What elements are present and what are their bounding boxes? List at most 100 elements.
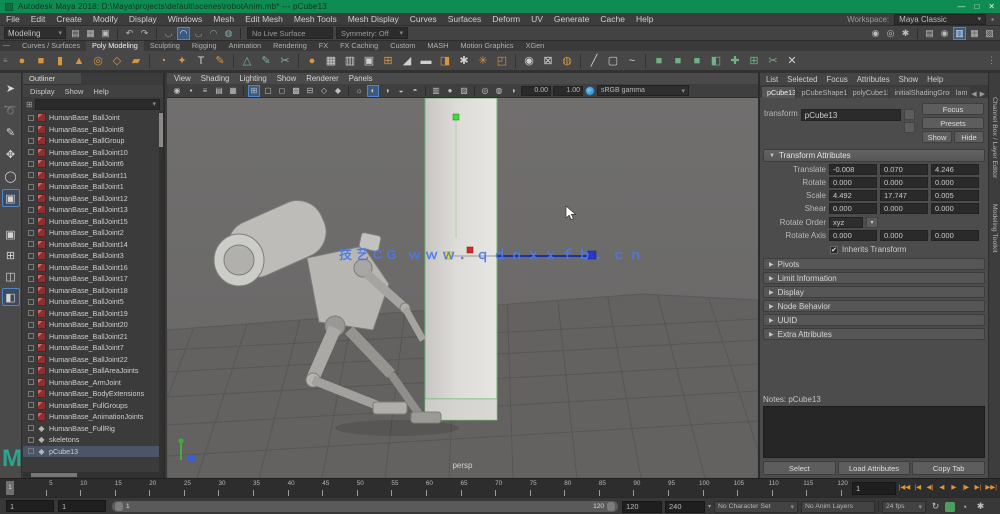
outliner-item[interactable]: skeletons [23, 434, 163, 446]
combine-icon[interactable]: ▦ [323, 53, 339, 69]
step-back-key-button[interactable]: ◀| [924, 482, 935, 492]
menu-item[interactable]: Mesh Display [348, 14, 399, 24]
visibility-box[interactable] [28, 230, 34, 236]
resolution-gate-icon[interactable]: ◻ [276, 85, 288, 97]
outliner-menu-item[interactable]: Show [65, 87, 84, 96]
attribute-value-x[interactable]: 0.000 [829, 203, 877, 214]
safe-action-icon[interactable]: ◇ [318, 85, 330, 97]
outliner-item[interactable]: HumanBase_BallJoint8 [23, 124, 163, 136]
hide-button[interactable]: Hide [954, 131, 984, 143]
visibility-box[interactable] [28, 356, 34, 362]
paint-transfer-icon[interactable]: ◍ [559, 53, 575, 69]
visibility-box[interactable] [28, 333, 34, 339]
attribute-value-z[interactable]: 0.000 [931, 203, 979, 214]
visibility-box[interactable] [28, 437, 34, 443]
snap-curve-icon[interactable]: ◠ [177, 27, 190, 40]
smooth-mesh-icon[interactable]: ● [304, 53, 320, 69]
visibility-box[interactable] [28, 276, 34, 282]
select-camera-icon[interactable]: ◉ [171, 85, 183, 97]
outliner-item[interactable]: HumanBase_BallAreaJoints [23, 365, 163, 377]
attribute-value-y[interactable]: 0.000 [880, 203, 928, 214]
outliner-item[interactable]: HumanBase_AnimationJoints [23, 411, 163, 423]
bridge-green-icon[interactable]: ■ [670, 53, 686, 69]
collapsed-section[interactable]: ▶ UUID [763, 314, 985, 326]
outliner-item[interactable]: HumanBase_ArmJoint [23, 377, 163, 389]
visibility-box[interactable] [28, 218, 34, 224]
menu-item[interactable]: Surfaces [448, 14, 482, 24]
attribute-value-z[interactable]: 0.005 [931, 190, 979, 201]
poly-disc-icon[interactable]: ▰ [128, 53, 144, 69]
visibility-box[interactable] [28, 138, 34, 144]
visibility-box[interactable] [28, 379, 34, 385]
menu-item[interactable]: Generate [554, 14, 589, 24]
menu-item[interactable]: File [6, 14, 20, 24]
outliner-item[interactable]: HumanBase_FullGroups [23, 400, 163, 412]
range-bar[interactable]: 1 120 [112, 501, 618, 512]
node-tab[interactable]: pCubeShape13 [796, 87, 846, 98]
attribute-value-y[interactable]: 17.747 [880, 190, 928, 201]
attribute-value-y[interactable]: 0.070 [880, 164, 928, 175]
notes-textarea[interactable] [763, 406, 985, 458]
delete-x-icon[interactable]: ✕ [784, 53, 800, 69]
outliner-item[interactable]: HumanBase_BallGroup [23, 135, 163, 147]
menu-item[interactable]: Curves [410, 14, 437, 24]
step-forward-frame-button[interactable]: ▶| [972, 482, 983, 492]
node-tab[interactable]: initialShadingGroup [889, 87, 949, 98]
visibility-box[interactable] [28, 391, 34, 397]
sep[interactable] [645, 54, 646, 68]
outliner-item[interactable]: HumanBase_BallJoint [23, 112, 163, 124]
anim-end-field[interactable]: 240 [665, 501, 705, 513]
outliner-item[interactable]: HumanBase_BallJoint22 [23, 354, 163, 366]
menu-item[interactable]: Edit Mesh [245, 14, 283, 24]
symmetry-dropdown[interactable]: Symmetry: Off ▾ [336, 27, 408, 39]
grid-green-icon[interactable]: ⊞ [746, 53, 762, 69]
fill-hole-green-icon[interactable]: ■ [689, 53, 705, 69]
shelf-tab[interactable]: Animation [223, 41, 267, 51]
sep[interactable] [917, 28, 918, 39]
auto-key-icon[interactable] [945, 502, 955, 512]
range-end-handle[interactable] [607, 502, 615, 511]
node-tab[interactable]: polyCube13 [848, 87, 889, 98]
layout-two-pane[interactable]: ◫ [2, 267, 20, 285]
viewport-menu-item[interactable]: Lighting [239, 74, 266, 83]
safe-title-icon[interactable]: ◆ [332, 85, 344, 97]
poly-cube-icon[interactable]: ■ [33, 53, 49, 69]
shelf-tab[interactable]: FX Caching [334, 41, 384, 51]
sep[interactable] [243, 86, 244, 96]
tools-green-icon[interactable]: ✚ [727, 53, 743, 69]
type-tool-icon[interactable]: T [193, 53, 209, 69]
layout-four-pane[interactable]: ⊞ [2, 246, 20, 264]
visibility-box[interactable] [28, 253, 34, 259]
step-forward-key-button[interactable]: |▶ [960, 482, 971, 492]
select-tool[interactable]: ➤ [2, 79, 20, 97]
visibility-box[interactable] [28, 241, 34, 247]
go-to-start-button[interactable]: |◀◀ [898, 482, 912, 492]
minimize-button[interactable]: — [957, 2, 965, 11]
visibility-box[interactable] [28, 161, 34, 167]
playback-end-field[interactable]: 120 [622, 501, 662, 513]
play-forward-button[interactable]: ▶ [948, 482, 959, 492]
node-tab[interactable]: lam [951, 87, 970, 98]
snap-grid-icon[interactable]: ◡ [162, 27, 175, 40]
viewport-menu-item[interactable]: Panels [349, 74, 373, 83]
attribute-editor-menu-item[interactable]: Selected [787, 75, 817, 84]
outliner-item[interactable]: HumanBase_BallJoint17 [23, 273, 163, 285]
camera-eye-icon[interactable]: ◉ [521, 53, 537, 69]
attribute-value-z[interactable]: 4.246 [931, 164, 979, 175]
sep[interactable] [474, 86, 475, 96]
titlebar[interactable]: Autodesk Maya 2018: D:\Maya\projects\def… [0, 0, 1000, 13]
shelf-grip-icon[interactable]: ≡ [3, 56, 8, 65]
lattice-icon[interactable]: ⊞ [380, 53, 396, 69]
lock-icon[interactable]: ▪ [991, 15, 994, 24]
outliner-item[interactable]: pCube13 [23, 446, 163, 458]
focus-button[interactable]: Focus [922, 103, 984, 115]
gate-mask-icon[interactable]: ▩ [290, 85, 302, 97]
footer-button[interactable]: Select [763, 461, 836, 475]
go-to-end-button[interactable]: ▶▶| [984, 482, 998, 492]
search-icon[interactable]: ⊞ [26, 100, 33, 109]
viewport-canvas[interactable]: 技艺CG ｗｗｗ．ｑｄｎｘｘｆｂ．ｃｎ persp [167, 98, 758, 478]
dock-tab[interactable]: Channel Box / Layer Editor [991, 97, 998, 178]
visibility-box[interactable] [28, 287, 34, 293]
textured-icon[interactable]: ▨ [458, 85, 470, 97]
tool-settings-toggle[interactable]: ▦ [968, 27, 981, 40]
